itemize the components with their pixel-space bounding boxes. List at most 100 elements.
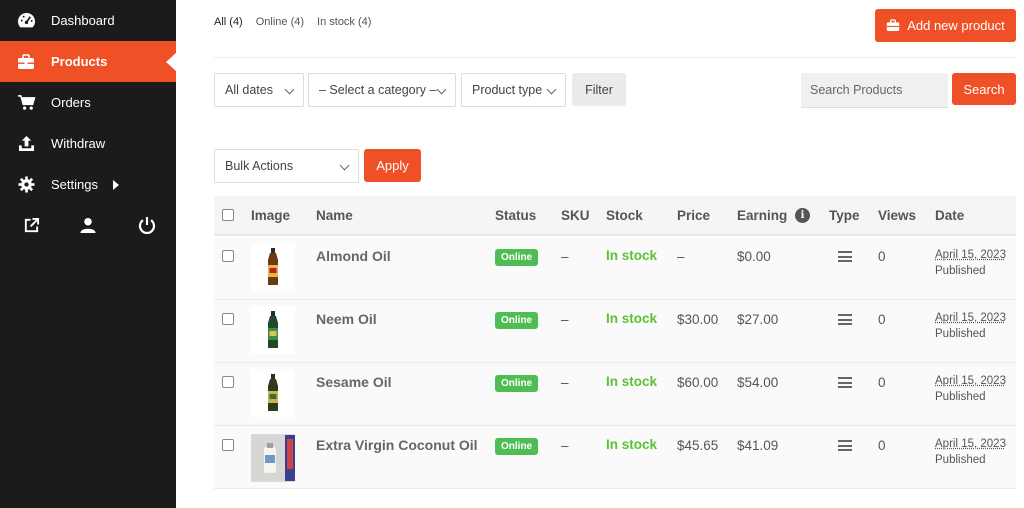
date-value: April 15, 2023 (935, 249, 1006, 261)
date-value: April 15, 2023 (935, 438, 1006, 450)
product-type-icon (838, 314, 852, 325)
filter-online-link[interactable]: Online (4) (256, 16, 304, 28)
column-header-name[interactable]: Name (316, 208, 353, 223)
product-thumbnail[interactable] (251, 306, 295, 354)
earning-value: $27.00 (737, 312, 779, 327)
dashboard-icon (16, 11, 36, 31)
stock-status: In stock (606, 374, 658, 389)
filter-all-link[interactable]: All (4) (214, 16, 243, 28)
price-value: $60.00 (677, 375, 719, 390)
product-type-icon (838, 251, 852, 262)
column-header-sku[interactable]: SKU (561, 208, 590, 223)
row-checkbox[interactable] (222, 439, 234, 451)
sidebar-footer (0, 205, 176, 247)
product-name-link[interactable]: Extra Virgin Coconut Oil (316, 437, 478, 453)
product-thumbnail[interactable] (251, 434, 295, 482)
cart-icon (16, 93, 36, 113)
price-value: $30.00 (677, 312, 719, 327)
column-header-image: Image (251, 208, 291, 223)
user-icon[interactable] (78, 215, 98, 235)
bulk-actions-value: Bulk Actions (225, 159, 294, 173)
product-thumbnail[interactable] (251, 243, 295, 291)
table-row: Sesame Oil Online – In stock $60.00 $54.… (214, 363, 1016, 426)
date-value: April 15, 2023 (935, 375, 1006, 387)
search-products-input[interactable] (801, 73, 948, 108)
earning-value: $0.00 (737, 249, 771, 264)
table-row: Almond Oil Online – In stock – $0.00 0 A… (214, 237, 1016, 300)
price-value: $45.65 (677, 438, 719, 453)
main-content: All (4) Online (4) In stock (4) Add new … (214, 0, 1016, 508)
chevron-down-icon (546, 84, 557, 95)
column-header-price[interactable]: Price (677, 208, 710, 223)
product-name-link[interactable]: Neem Oil (316, 311, 377, 327)
sidebar-item-label: Withdraw (51, 136, 106, 151)
earning-value: $41.09 (737, 438, 779, 453)
sidebar: Dashboard Products Orders Withdraw Setti… (0, 0, 176, 508)
table-row: Extra Virgin Coconut Oil Online – In sto… (214, 426, 1016, 489)
search-button[interactable]: Search (952, 73, 1016, 105)
info-icon[interactable]: i (795, 208, 810, 223)
column-header-date[interactable]: Date (935, 208, 964, 223)
publish-state: Published (935, 454, 986, 466)
sidebar-item-orders[interactable]: Orders (0, 82, 176, 123)
select-all-checkbox[interactable] (222, 209, 234, 221)
chevron-down-icon (284, 84, 295, 95)
briefcase-icon (886, 19, 900, 31)
date-filter-select[interactable]: All dates (214, 73, 304, 107)
briefcase-icon (16, 52, 36, 72)
column-header-earning: Earning (737, 208, 788, 223)
product-name-link[interactable]: Sesame Oil (316, 374, 392, 390)
table-header: Image Name Status SKU Stock Price Earnin… (214, 196, 1016, 236)
stock-status: In stock (606, 437, 658, 452)
power-icon[interactable] (137, 215, 157, 235)
product-type-icon (838, 440, 852, 451)
row-checkbox[interactable] (222, 250, 234, 262)
category-filter-value: – Select a category – (319, 83, 437, 97)
product-type-icon (838, 377, 852, 388)
sku-value: – (561, 249, 569, 264)
sidebar-item-products[interactable]: Products (0, 41, 176, 82)
status-badge: Online (495, 375, 539, 392)
date-value: April 15, 2023 (935, 312, 1006, 324)
sidebar-item-withdraw[interactable]: Withdraw (0, 123, 176, 164)
status-badge: Online (495, 438, 539, 455)
product-type-value: Product type (472, 83, 543, 97)
product-type-select[interactable]: Product type (461, 73, 566, 107)
sidebar-item-settings[interactable]: Settings (0, 164, 176, 205)
sidebar-item-label: Products (51, 54, 108, 69)
sidebar-item-dashboard[interactable]: Dashboard (0, 0, 176, 41)
header-divider (214, 57, 1016, 58)
column-header-views: Views (878, 208, 917, 223)
publish-state: Published (935, 328, 986, 340)
status-badge: Online (495, 249, 539, 266)
gear-icon (16, 175, 36, 195)
external-link-icon[interactable] (21, 215, 41, 235)
add-new-product-button[interactable]: Add new product (875, 9, 1016, 42)
stock-status: In stock (606, 248, 658, 263)
filter-button[interactable]: Filter (572, 73, 626, 106)
filter-in-stock-link[interactable]: In stock (4) (317, 16, 371, 28)
app-root: Dashboard Products Orders Withdraw Setti… (0, 0, 1024, 508)
earning-value: $54.00 (737, 375, 779, 390)
views-value: 0 (878, 249, 886, 264)
chevron-down-icon (339, 160, 350, 171)
stock-status: In stock (606, 311, 658, 326)
status-badge: Online (495, 312, 539, 329)
category-filter-select[interactable]: – Select a category – (308, 73, 456, 107)
publish-state: Published (935, 265, 986, 277)
table-row: Neem Oil Online – In stock $30.00 $27.00… (214, 300, 1016, 363)
sidebar-item-label: Orders (51, 95, 91, 110)
row-checkbox[interactable] (222, 313, 234, 325)
row-checkbox[interactable] (222, 376, 234, 388)
bulk-actions-select[interactable]: Bulk Actions (214, 149, 359, 183)
sku-value: – (561, 312, 569, 327)
date-filter-value: All dates (225, 83, 273, 97)
sidebar-item-label: Dashboard (51, 13, 115, 28)
status-filter-links: All (4) Online (4) In stock (4) (214, 16, 371, 28)
views-value: 0 (878, 312, 886, 327)
product-thumbnail[interactable] (251, 369, 295, 417)
views-value: 0 (878, 438, 886, 453)
upload-icon (16, 134, 36, 154)
apply-button[interactable]: Apply (364, 149, 421, 182)
product-name-link[interactable]: Almond Oil (316, 248, 391, 264)
